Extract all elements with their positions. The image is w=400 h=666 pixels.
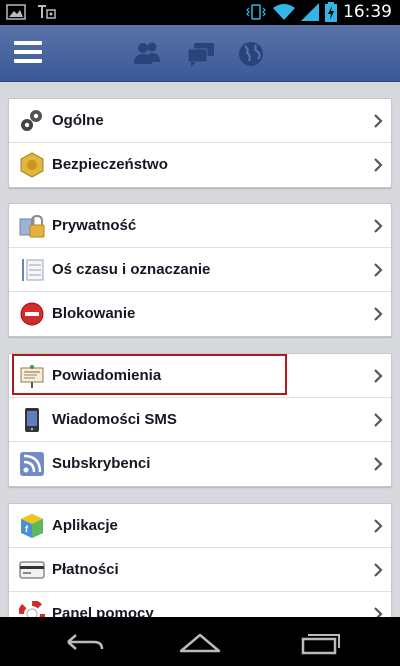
settings-item-label: Płatności [52, 561, 119, 578]
vibrate-icon [246, 4, 266, 20]
settings-item-subscribers[interactable]: Subskrybenci [9, 442, 391, 486]
settings-item-label: Panel pomocy [52, 605, 154, 617]
image-icon [6, 4, 26, 20]
settings-item-label: Aplikacje [52, 517, 118, 534]
signal-icon [301, 3, 319, 21]
navigation-bar [0, 617, 400, 666]
settings-item-general[interactable]: Ogólne [9, 99, 391, 143]
settings-group-general: Ogólne Bezpieczeństwo [8, 98, 392, 188]
lifebuoy-icon [19, 601, 45, 617]
settings-item-help[interactable]: Panel pomocy [9, 592, 391, 617]
menu-icon[interactable] [14, 41, 42, 65]
settings-item-label: Subskrybenci [52, 455, 151, 472]
chevron-right-icon [374, 607, 383, 617]
settings-item-label: Blokowanie [52, 305, 136, 322]
chevron-right-icon [374, 158, 383, 172]
credit-card-icon [19, 561, 45, 579]
back-icon[interactable] [58, 627, 108, 657]
chevron-right-icon [374, 219, 383, 233]
chevron-right-icon [374, 413, 383, 427]
settings-item-label: Oś czasu i oznaczanie [52, 261, 211, 278]
settings-item-sms[interactable]: Wiadomości SMS [9, 398, 391, 442]
phone-icon [25, 408, 39, 432]
chevron-right-icon [374, 563, 383, 577]
recent-apps-icon[interactable] [295, 627, 345, 657]
settings-item-label: Wiadomości SMS [52, 411, 177, 428]
settings-item-security[interactable]: Bezpieczeństwo [9, 143, 391, 187]
settings-item-timeline[interactable]: Oś czasu i oznaczanie [9, 248, 391, 292]
settings-item-apps[interactable]: f Aplikacje [9, 504, 391, 548]
shield-badge-icon [20, 152, 44, 178]
settings-item-privacy[interactable]: Prywatność [9, 204, 391, 248]
settings-item-notifications[interactable]: Powiadomienia [9, 354, 391, 398]
globe-icon[interactable] [236, 40, 266, 68]
block-icon [20, 302, 44, 326]
settings-group-privacy: Prywatność Oś czasu i oznaczanie Blokowa… [8, 203, 392, 337]
lock-icon [19, 214, 45, 238]
settings-item-blocking[interactable]: Blokowanie [9, 292, 391, 336]
status-bar: 16:39 [0, 0, 400, 25]
settings-item-label: Ogólne [52, 112, 104, 129]
gears-icon [21, 110, 42, 131]
apps-cube-icon: f [21, 514, 43, 538]
chevron-right-icon [374, 369, 383, 383]
rss-icon [20, 452, 44, 476]
friends-icon[interactable] [132, 40, 162, 68]
settings-item-payments[interactable]: Płatności [9, 548, 391, 592]
chevron-right-icon [374, 263, 383, 277]
chevron-right-icon [374, 457, 383, 471]
notification-icon [38, 5, 56, 19]
notice-board-icon [20, 365, 44, 388]
settings-group-apps: f Aplikacje Płatności Panel pomocy [8, 503, 392, 617]
settings-content: Ogólne Bezpieczeństwo Prywatność Oś czas… [0, 82, 400, 617]
home-icon[interactable] [175, 627, 225, 657]
chevron-right-icon [374, 307, 383, 321]
app-bar [0, 25, 400, 82]
settings-group-notifications: Powiadomienia Wiadomości SMS Subskrybenc… [8, 353, 392, 487]
battery-charging-icon [325, 2, 337, 22]
settings-item-label: Bezpieczeństwo [52, 156, 168, 173]
wifi-icon [273, 4, 295, 20]
settings-item-label: Powiadomienia [52, 367, 162, 384]
settings-item-label: Prywatność [52, 217, 137, 234]
status-time: 16:39 [343, 2, 392, 22]
timeline-icon [22, 259, 44, 281]
chevron-right-icon [374, 114, 383, 128]
chevron-right-icon [374, 519, 383, 533]
messages-icon[interactable] [186, 40, 216, 68]
